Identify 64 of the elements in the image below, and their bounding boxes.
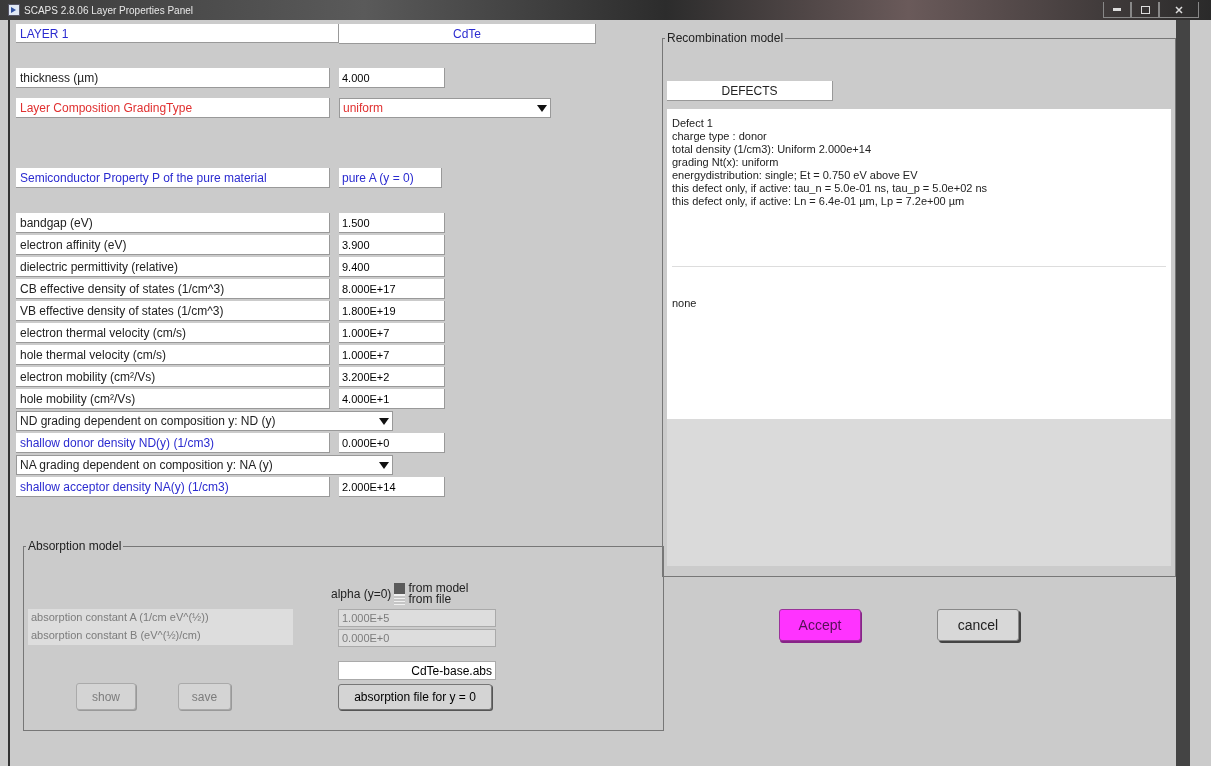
defect-info-line: charge type : donor <box>672 130 768 143</box>
defect-info-line: total density (1/cm3): Uniform 2.000e+14 <box>672 143 872 156</box>
grading-type-dropdown[interactable]: uniform <box>339 98 551 118</box>
panel-title: Recombination model <box>666 31 785 45</box>
thickness-field[interactable]: 4.000 <box>339 68 445 88</box>
value-field[interactable]: 1.800E+19 <box>339 301 445 321</box>
cancel-button[interactable]: cancel <box>937 609 1019 641</box>
minimize-button[interactable] <box>1103 2 1131 18</box>
value-field[interactable]: 1.000E+7 <box>339 323 445 343</box>
defect-info-line: grading Nt(x): uniform <box>672 156 780 169</box>
maximize-icon <box>1140 5 1150 14</box>
alpha-label: alpha (y=0) <box>331 586 392 603</box>
dropdown-arrow-icon <box>379 417 389 425</box>
section-label: Semiconductor Property P of the pure material <box>16 168 330 188</box>
value-field[interactable]: 8.000E+17 <box>339 279 445 299</box>
layer-name-field[interactable]: CdTe <box>339 24 596 44</box>
dropdown-arrow-icon <box>537 104 547 112</box>
field-label: shallow donor density ND(y) (1/cm3) <box>16 433 330 453</box>
material-field[interactable]: pure A (y = 0) <box>339 168 442 188</box>
value-field[interactable]: 0.000E+0 <box>339 433 445 453</box>
defect-info-line: this defect only, if active: tau_n = 5.0e-01 ns, tau_p = 5.0e+02 ns <box>672 182 989 195</box>
defects-tab[interactable]: DEFECTS <box>667 81 833 101</box>
field-label: electron mobility (cm²/Vs) <box>16 367 330 387</box>
option-label: from model <box>408 583 469 594</box>
maximize-button[interactable] <box>1131 2 1159 18</box>
value-field[interactable]: 2.000E+14 <box>339 477 445 497</box>
close-icon <box>1175 5 1183 14</box>
field-label: thickness (µm) <box>16 68 330 88</box>
field-label: dielectric permittivity (relative) <box>16 257 330 277</box>
dropdown-arrow-icon <box>379 461 389 469</box>
close-button[interactable] <box>1159 2 1199 18</box>
file-button[interactable]: absorption file for y = 0 <box>338 684 492 710</box>
field-label: hole thermal velocity (cm/s) <box>16 345 330 365</box>
defect-info-line: this defect only, if active: Ln = 6.4e-01 µm, Lp = 7.2e+00 µm <box>672 195 966 208</box>
field-label: absorption constant B (eV^(½)/cm) <box>28 627 293 645</box>
minimize-icon <box>1113 8 1121 11</box>
list-text: none <box>672 296 698 311</box>
option-label: from file <box>408 594 453 605</box>
value-field[interactable]: 4.000E+1 <box>339 389 445 409</box>
field-label: Layer Composition GradingType <box>16 98 330 118</box>
field-label: CB effective density of states (1/cm^3) <box>16 279 330 299</box>
window-title: SCAPS 2.8.06 Layer Properties Panel <box>24 3 193 18</box>
defect-info-line: Defect 1 <box>672 117 714 130</box>
accept-button[interactable]: Accept <box>779 609 861 641</box>
field-label: electron thermal velocity (cm/s) <box>16 323 330 343</box>
source-option[interactable] <box>394 583 406 594</box>
field-label: bandgap (eV) <box>16 213 330 233</box>
grading-dropdown[interactable]: ND grading dependent on composition y: ND (y) <box>16 411 393 431</box>
field-label: VB effective density of states (1/cm^3) <box>16 301 330 321</box>
field-label: electron affinity (eV) <box>16 235 330 255</box>
value-field[interactable]: 1.500 <box>339 213 445 233</box>
field-label: shallow acceptor density NA(y) (1/cm3) <box>16 477 330 497</box>
value-field[interactable]: 1.000E+7 <box>339 345 445 365</box>
app-icon <box>8 4 20 16</box>
value-field[interactable]: 9.400 <box>339 257 445 277</box>
value-field[interactable]: 3.900 <box>339 235 445 255</box>
file-field[interactable]: CdTe-base.abs <box>338 661 496 680</box>
layer-label: LAYER 1 <box>16 24 339 43</box>
panel-title: Absorption model <box>27 539 123 553</box>
value-field[interactable]: 3.200E+2 <box>339 367 445 387</box>
field-label: absorption constant A (1/cm eV^(½)) <box>28 609 293 627</box>
defect-info-line: energydistribution: single; Et = 0.750 eV above EV <box>672 169 919 182</box>
field-label: hole mobility (cm²/Vs) <box>16 389 330 409</box>
grading-dropdown[interactable]: NA grading dependent on composition y: NA (y) <box>16 455 393 475</box>
